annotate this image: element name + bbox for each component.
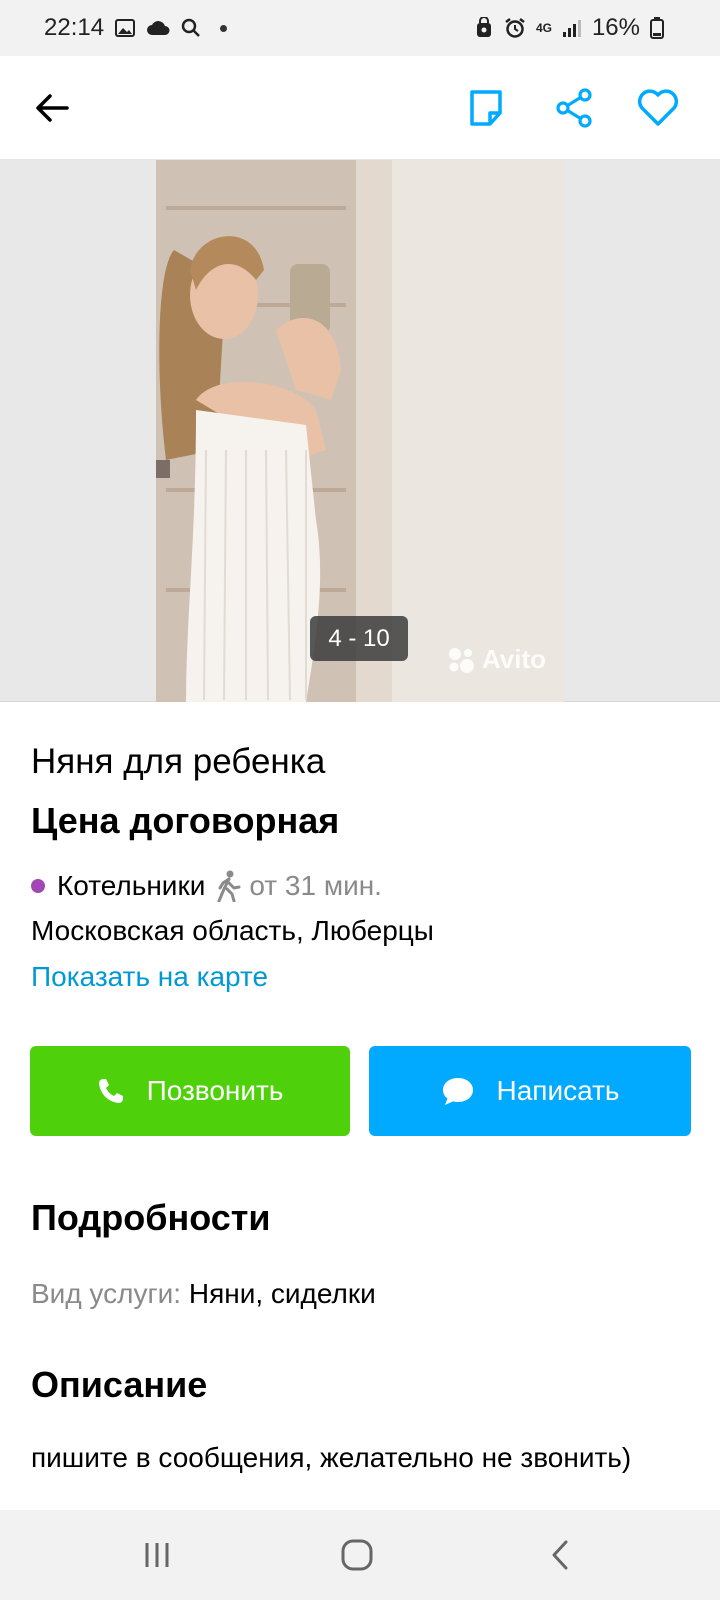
description-heading: Описание <box>31 1364 208 1405</box>
status-bar-right: 4G 16% <box>474 14 664 42</box>
back-icon <box>552 1540 568 1570</box>
avito-logo-icon <box>449 647 474 673</box>
favorite-button[interactable] <box>632 82 684 134</box>
photo-counter: 4 - 10 <box>310 616 408 661</box>
metro-row: Котельники от 31 мин. <box>31 870 382 902</box>
phone-icon <box>98 1079 123 1103</box>
system-nav-bar <box>0 1510 720 1600</box>
image-icon <box>114 17 136 39</box>
signal-icon <box>562 18 582 38</box>
back-button[interactable] <box>26 82 78 134</box>
recent-apps-icon <box>145 1543 169 1567</box>
note-button[interactable] <box>460 82 512 134</box>
listing-price: Цена договорная <box>31 800 340 841</box>
toolbar <box>0 56 720 160</box>
cloud-icon <box>146 18 170 38</box>
call-button-label: Позвонить <box>146 1075 284 1106</box>
status-bar: 22:14 4G 16% <box>0 0 720 56</box>
metro-walk-time: от 31 мин. <box>249 870 382 901</box>
note-icon <box>470 90 502 126</box>
call-button[interactable]: Позвонить <box>30 1046 350 1136</box>
network-type: 4G <box>535 21 552 35</box>
share-button[interactable] <box>548 82 600 134</box>
listing-title: Няня для ребенка <box>31 742 326 781</box>
battery-percent: 16% <box>591 14 640 41</box>
status-time: 22:14 <box>44 14 105 41</box>
search-icon <box>180 17 202 39</box>
back-arrow-icon <box>36 94 69 122</box>
details-heading: Подробности <box>31 1197 271 1238</box>
share-icon <box>556 88 592 128</box>
metro-station: Котельники <box>57 870 206 901</box>
vpn-lock-icon <box>474 17 494 39</box>
home-button[interactable] <box>332 1530 382 1580</box>
watermark-text: Avito <box>482 644 547 674</box>
heart-icon <box>637 89 679 126</box>
walking-icon <box>217 870 241 902</box>
system-back-button[interactable] <box>535 1530 585 1580</box>
photo-gallery[interactable]: 4 - 10 Avito <box>0 160 720 702</box>
description-text: пишите в сообщения, желательно не звонит… <box>31 1442 632 1473</box>
listing-address: Московская область, Люберцы <box>31 915 434 946</box>
data-arrows-icon: 4G <box>536 22 552 34</box>
alarm-icon <box>504 17 526 39</box>
metro-line-dot <box>31 879 45 893</box>
show-on-map-link[interactable]: Показать на карте <box>31 961 268 993</box>
chat-bubble-icon <box>442 1078 473 1105</box>
write-button[interactable]: Написать <box>369 1046 691 1136</box>
dot-icon <box>220 24 228 32</box>
service-type-value: Няни, сиделки <box>188 1278 376 1309</box>
battery-icon <box>650 17 664 39</box>
service-type-row: Вид услуги: Няни, сиделки <box>31 1278 376 1310</box>
avito-watermark: Avito <box>446 644 546 675</box>
write-button-label: Написать <box>496 1075 620 1106</box>
status-bar-left: 22:14 <box>44 14 228 42</box>
recent-apps-button[interactable] <box>132 1530 182 1580</box>
service-type-key: Вид услуги: <box>31 1278 182 1309</box>
home-icon <box>341 1539 373 1571</box>
